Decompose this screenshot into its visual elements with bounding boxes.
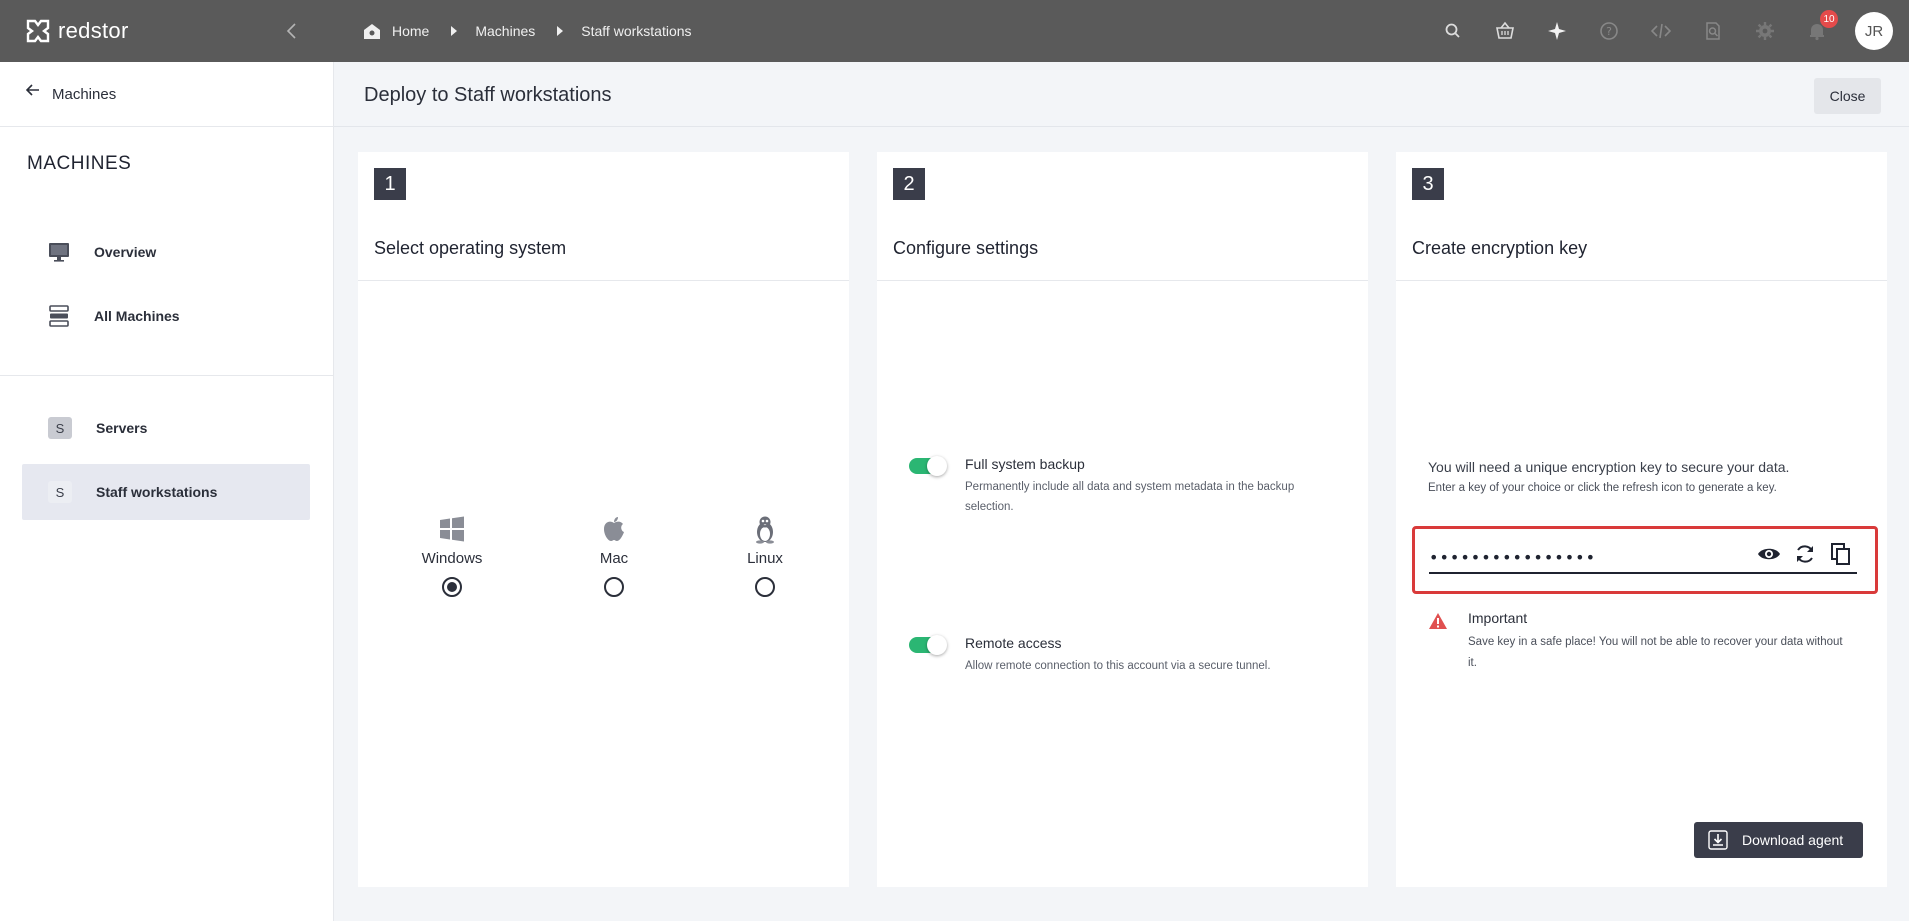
remote-access-toggle[interactable] [909,635,947,655]
sidebar-item-label: All Machines [94,308,180,324]
card-divider [1396,280,1887,281]
help-icon[interactable]: ? [1598,20,1620,42]
sidebar-item-overview[interactable]: Overview [22,224,310,280]
setting-name: Remote access [965,635,1062,651]
setting-full-system-backup: Full system backup Permanently include a… [909,456,1329,517]
encryption-intro: You will need a unique encryption key to… [1428,459,1790,475]
download-icon [1708,830,1728,850]
step-number: 1 [374,168,406,200]
encryption-key-field[interactable] [1429,540,1857,574]
basket-icon[interactable] [1494,20,1516,42]
setting-description: Allow remote connection to this account … [965,660,1271,672]
breadcrumb: Home Machines Staff workstations [362,22,692,40]
os-radio-linux[interactable] [755,577,775,597]
sidebar: Machines MACHINES Overview All Machines … [0,62,334,921]
os-label: Linux [747,550,783,567]
back-to-machines-link[interactable]: Machines [0,62,333,127]
sidebar-item-label: Staff workstations [96,484,218,500]
user-avatar[interactable]: JR [1855,12,1893,50]
encryption-key-input[interactable] [1429,548,1729,567]
home-icon[interactable] [362,22,382,40]
warning-title: Important [1468,610,1528,626]
key-actions [1745,542,1853,566]
os-radio-windows[interactable] [442,577,462,597]
sparkle-icon[interactable] [1546,20,1568,42]
step-title: Create encryption key [1412,238,1588,258]
eye-icon[interactable] [1757,542,1781,566]
breadcrumb-machines[interactable]: Machines [475,23,535,39]
os-option-linux[interactable]: Linux [720,514,810,597]
arrow-left-icon [26,84,39,96]
os-radio-mac[interactable] [604,577,624,597]
sidebar-group-servers[interactable]: S Servers [22,400,310,456]
brand-name: redstor [58,18,129,43]
os-label: Windows [421,550,483,567]
step-card-settings: 2 Configure settings Full system backup … [877,152,1368,887]
server-stack-icon [48,305,70,327]
copy-icon[interactable] [1829,542,1853,566]
step-number: 3 [1412,168,1444,200]
sidebar-item-label: Overview [94,244,157,260]
sidebar-section-title: MACHINES [27,153,132,174]
top-bar: redstor Home Machines Staff workstations… [0,0,1909,62]
windows-icon [440,516,464,542]
search-document-icon[interactable] [1702,20,1724,42]
sidebar-group-staff-workstations[interactable]: S Staff workstations [22,464,310,520]
warning-text: Save key in a safe place! You will not b… [1468,636,1843,669]
brand[interactable]: redstor [0,0,334,62]
code-icon[interactable] [1650,20,1672,42]
breadcrumb-home[interactable]: Home [392,23,429,39]
page-title: Deploy to Staff workstations [364,84,612,106]
linux-tux-icon [756,516,774,544]
svg-text:?: ? [1606,25,1612,38]
setting-description: Permanently include all data and system … [965,481,1295,513]
os-option-windows[interactable]: Windows [407,514,497,597]
setting-remote-access: Remote access Allow remote connection to… [909,635,1329,676]
setting-name: Full system backup [965,456,1085,472]
gear-icon[interactable] [1754,20,1776,42]
full-system-backup-toggle[interactable] [909,456,947,476]
bell-icon[interactable]: 10 [1806,10,1838,42]
step-card-os: 1 Select operating system Windows Mac Li… [358,152,849,887]
apple-icon [604,517,624,541]
sidebar-item-all-machines[interactable]: All Machines [22,288,310,344]
refresh-icon[interactable] [1793,542,1817,566]
card-divider [358,280,849,281]
top-toolbar: ? 10 JR [1427,0,1899,62]
redstor-logo-icon [26,19,50,43]
step-number: 2 [893,168,925,200]
step-title: Configure settings [893,238,1039,258]
step-title: Select operating system [374,238,567,258]
breadcrumb-caret-icon [557,26,564,36]
sidebar-item-label: Servers [96,420,148,436]
group-letter-badge: S [48,481,72,503]
page-header: Deploy to Staff workstations Close [334,62,1909,127]
breadcrumb-caret-icon [451,26,458,36]
sidebar-divider [0,375,334,376]
search-icon[interactable] [1442,20,1464,42]
collapse-sidebar-icon[interactable] [280,19,304,43]
card-divider [877,280,1368,281]
back-link-label: Machines [52,85,117,103]
os-option-mac[interactable]: Mac [569,514,659,597]
encryption-warning: Important Save key in a safe place! You … [1428,610,1868,674]
group-letter-badge: S [48,417,72,439]
os-label: Mac [599,550,629,567]
notification-badge: 10 [1820,10,1838,28]
encryption-hint: Enter a key of your choice or click the … [1428,482,1777,494]
encryption-key-highlight [1412,526,1878,594]
download-agent-button[interactable]: Download agent [1694,822,1863,858]
step-card-encryption: 3 Create encryption key You will need a … [1396,152,1887,887]
breadcrumb-current: Staff workstations [581,23,692,39]
monitor-icon [48,241,70,263]
download-agent-label: Download agent [1742,832,1844,848]
warning-icon [1429,613,1447,629]
close-button[interactable]: Close [1814,78,1881,114]
